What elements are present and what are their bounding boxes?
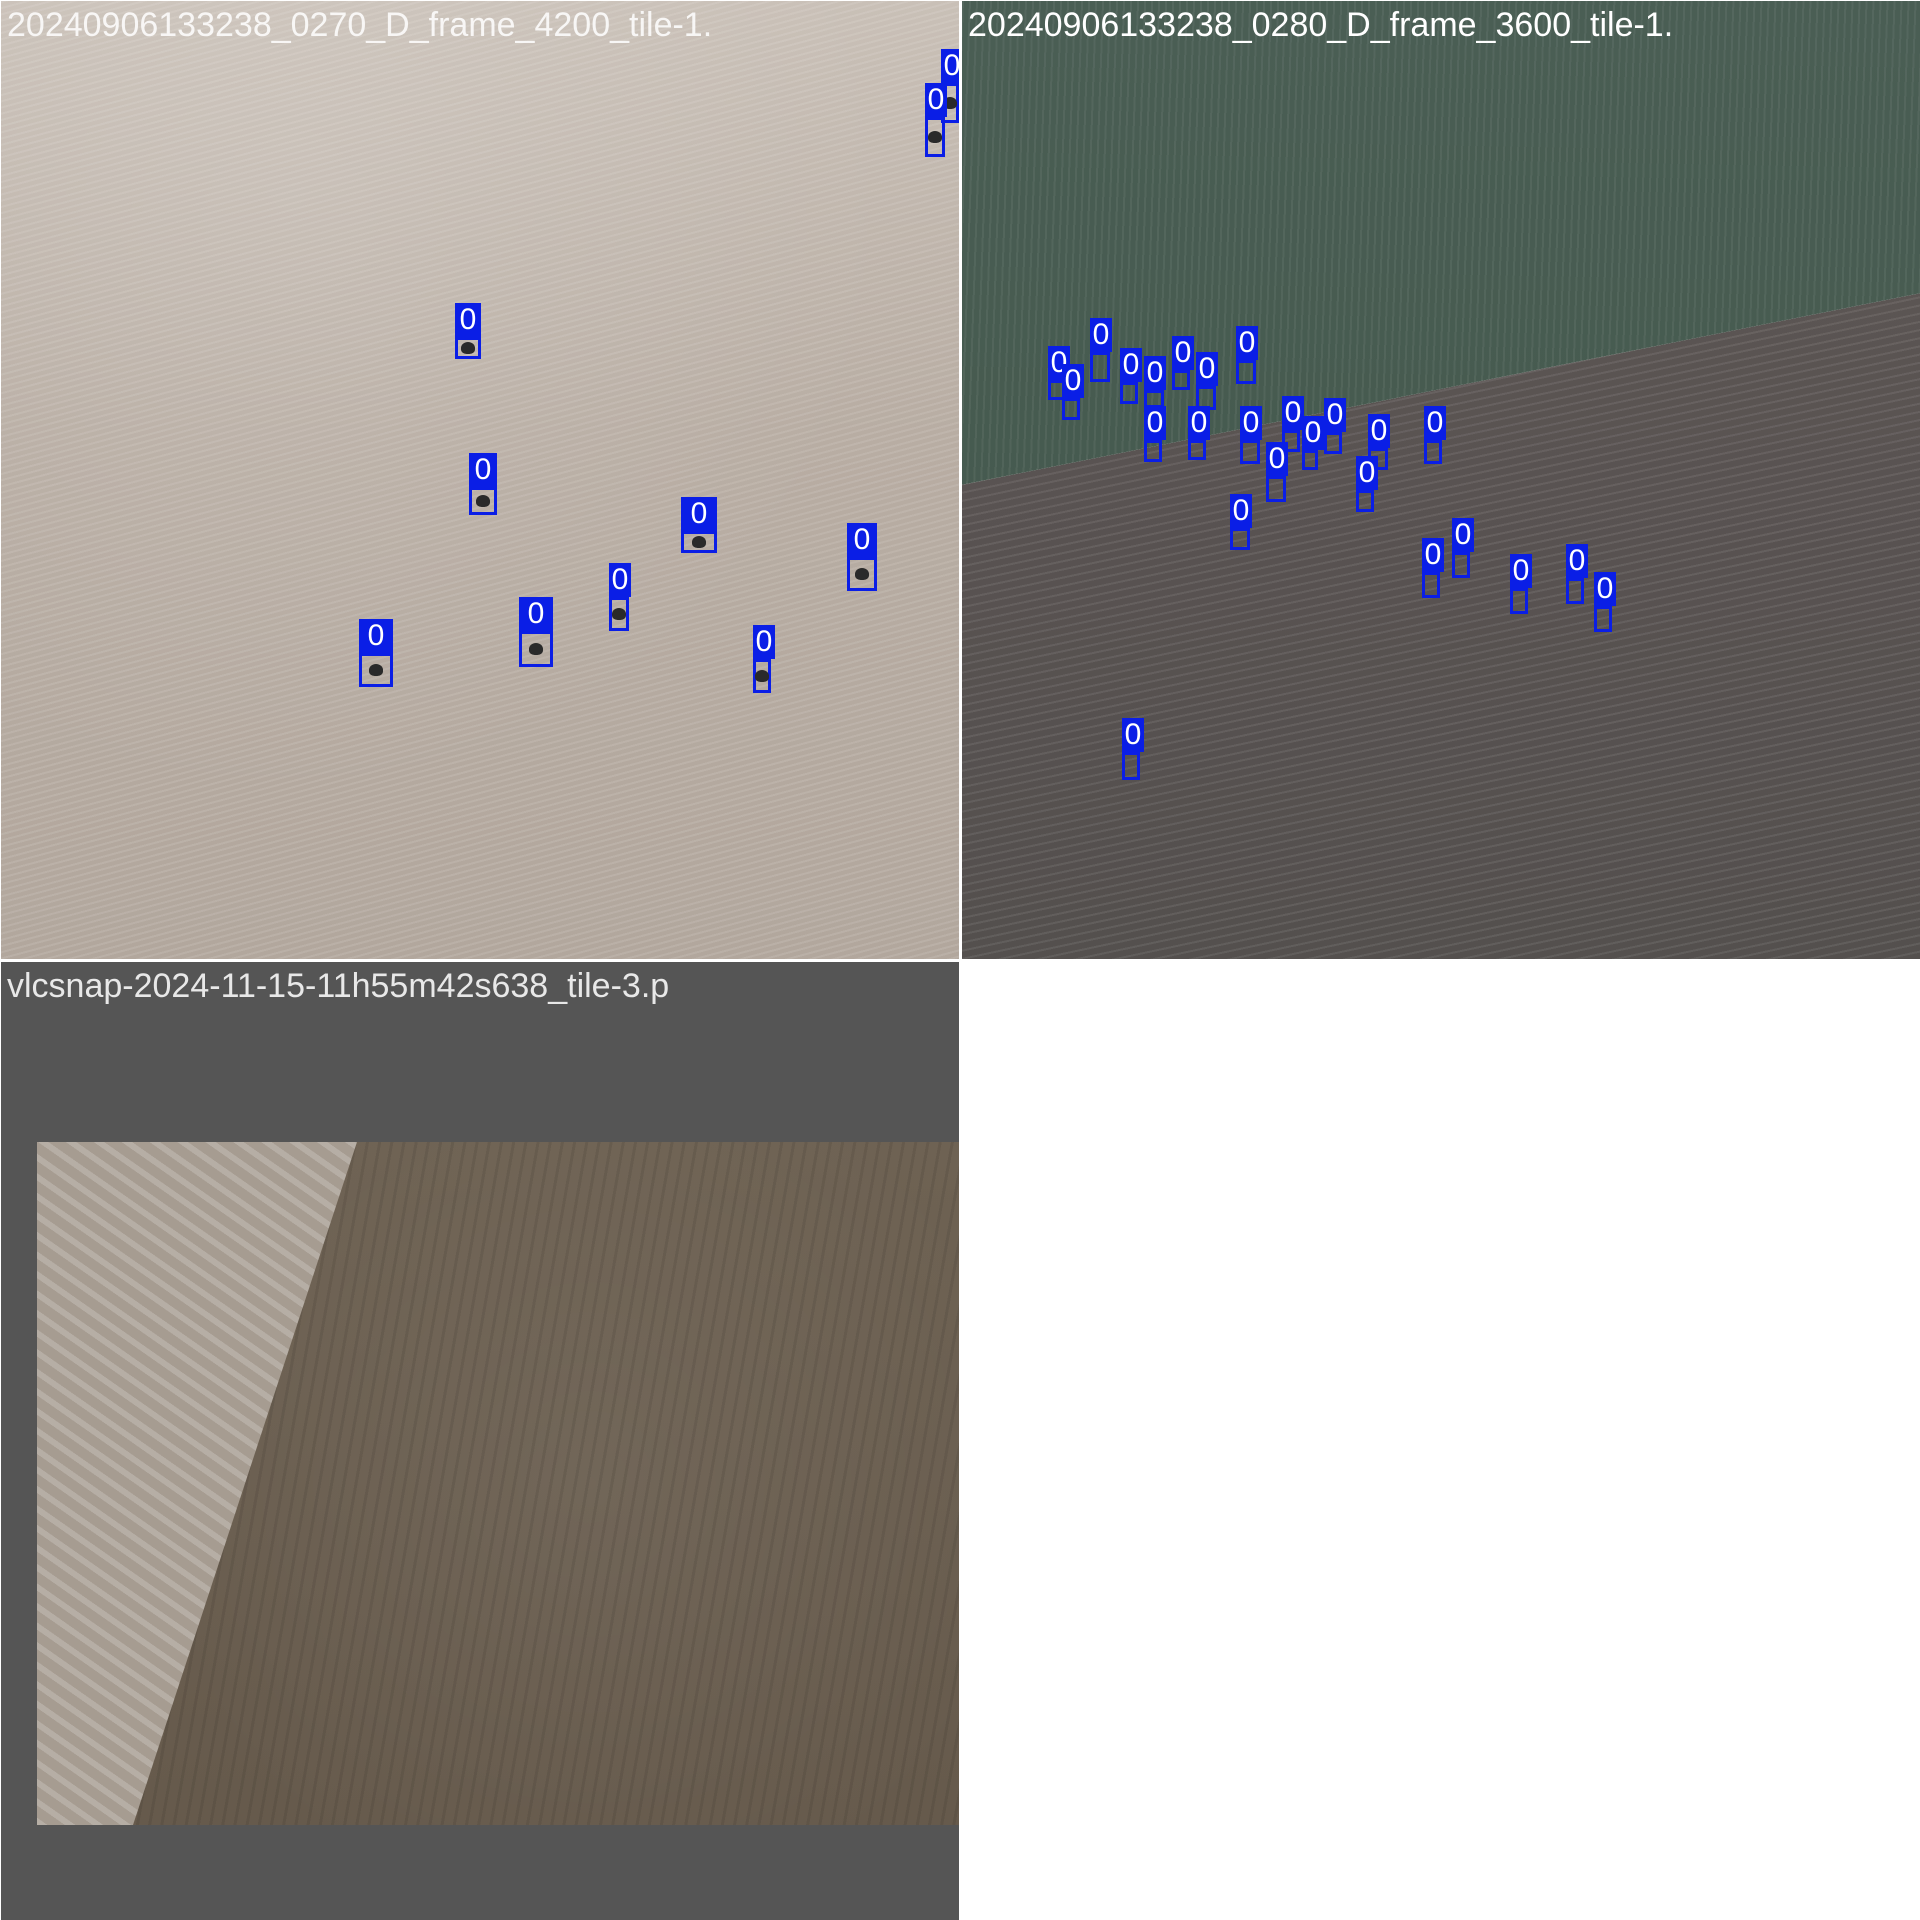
image-tile-1: 20240906133238_0270_D_frame_4200_tile-1.… [1, 1, 959, 959]
class-label: 0 [1266, 442, 1288, 476]
class-label: 0 [609, 563, 631, 597]
class-label: 0 [925, 83, 947, 117]
class-label: 0 [1196, 352, 1218, 386]
class-label: 0 [469, 453, 497, 487]
class-label: 0 [847, 523, 877, 557]
bird-icon [855, 568, 869, 580]
class-label: 0 [1122, 718, 1144, 752]
class-label: 0 [1188, 406, 1210, 440]
class-label: 0 [1324, 398, 1346, 432]
detection-box [1188, 440, 1206, 460]
field-photo [37, 1142, 959, 1825]
detection-box [1422, 572, 1440, 598]
bird-icon [369, 664, 383, 676]
class-label: 0 [753, 625, 775, 659]
class-label: 0 [1236, 326, 1258, 360]
detection-box [1356, 490, 1374, 512]
detection-box [1236, 360, 1256, 384]
detection-box [1594, 606, 1612, 632]
detection-box [1510, 588, 1528, 614]
detection-box [1324, 432, 1342, 454]
detection-box [1452, 552, 1470, 578]
class-label: 0 [1062, 364, 1084, 398]
class-label: 0 [359, 619, 393, 653]
class-label: 0 [1302, 416, 1324, 450]
detection-box [1266, 476, 1286, 502]
detection-box [1062, 398, 1080, 420]
detection-box [1230, 528, 1250, 550]
class-label: 0 [681, 497, 717, 531]
class-label: 0 [1282, 396, 1304, 430]
bird-icon [928, 131, 942, 143]
bird-icon [612, 608, 626, 620]
detection-box [1090, 352, 1110, 382]
bird-icon [476, 495, 490, 507]
class-label: 0 [455, 303, 481, 337]
class-label: 0 [1240, 406, 1262, 440]
tile-title: 20240906133238_0280_D_frame_3600_tile-1. [968, 6, 1674, 44]
tile-title: 20240906133238_0270_D_frame_4200_tile-1. [7, 6, 713, 44]
detection-box [1424, 440, 1442, 464]
detection-box [1302, 450, 1318, 470]
class-label: 0 [1368, 414, 1390, 448]
class-label: 0 [1424, 406, 1446, 440]
class-label: 0 [1172, 336, 1194, 370]
detection-box [1240, 440, 1260, 464]
class-label: 0 [1356, 456, 1378, 490]
detection-box [1172, 370, 1190, 390]
class-label: 0 [1120, 348, 1142, 382]
detection-box [1144, 440, 1162, 462]
class-label: 0 [1422, 538, 1444, 572]
class-label: 0 [1566, 544, 1588, 578]
detection-box [1122, 752, 1140, 780]
class-label: 0 [519, 597, 553, 631]
tile-title: vlcsnap-2024-11-15-11h55m42s638_tile-3.p [7, 967, 670, 1005]
class-label: 0 [1510, 554, 1532, 588]
class-label: 0 [941, 49, 959, 83]
class-label: 0 [1594, 572, 1616, 606]
detection-box [1566, 578, 1584, 604]
bird-icon [461, 342, 475, 354]
bird-icon [755, 670, 769, 682]
class-label: 0 [1144, 406, 1166, 440]
detection-box [1120, 382, 1138, 404]
class-label: 0 [1230, 494, 1252, 528]
class-label: 0 [1144, 356, 1166, 390]
bird-icon [692, 536, 706, 548]
bird-icon [529, 643, 543, 655]
image-tile-3: vlcsnap-2024-11-15-11h55m42s638_tile-3.p [1, 962, 959, 1920]
class-label: 0 [1090, 318, 1112, 352]
image-tile-2: 20240906133238_0280_D_frame_3600_tile-1.… [962, 1, 1920, 959]
tractor-track [37, 1142, 357, 1825]
class-label: 0 [1452, 518, 1474, 552]
